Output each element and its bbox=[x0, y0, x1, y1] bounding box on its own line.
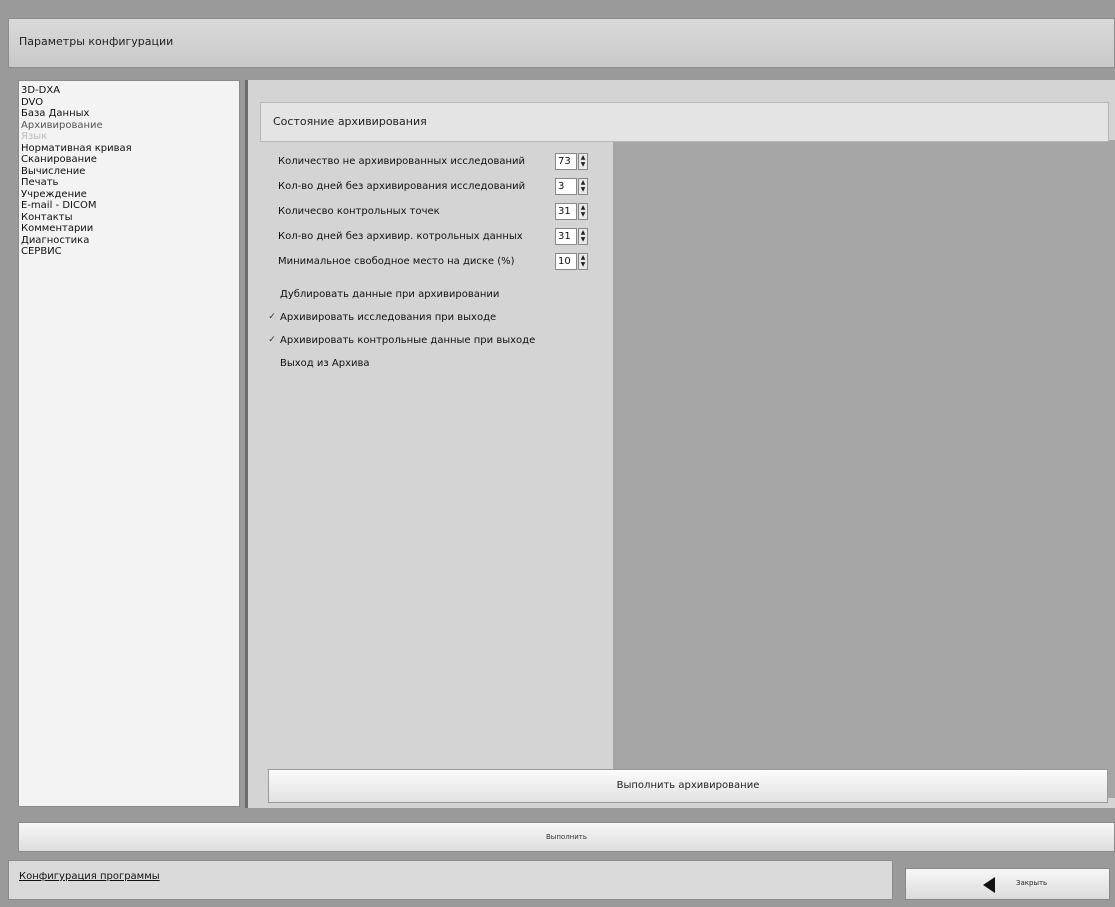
close-button-label: Закрыть bbox=[1016, 879, 1048, 887]
spin-arrows-icon[interactable]: ▲ ▼ bbox=[578, 228, 588, 245]
field-label: Количество не архивированных исследовани… bbox=[278, 156, 526, 167]
config-sidebar: 3D-DXA DVO База Данных Архивирование Язы… bbox=[18, 80, 240, 807]
spin-arrows-icon[interactable]: ▲ ▼ bbox=[578, 203, 588, 220]
preview-area bbox=[613, 140, 1115, 798]
field-label: Количесво контрольных точек bbox=[278, 206, 440, 217]
checkbox-duplicate-data[interactable]: Дублировать данные при архивировании bbox=[268, 287, 608, 303]
sidebar-item-calculation[interactable]: Вычисление bbox=[21, 166, 239, 178]
checkbox-label: Выход из Архива bbox=[280, 358, 370, 369]
sidebar-item-language[interactable]: Язык bbox=[21, 131, 239, 143]
window-title: Параметры конфигурации bbox=[19, 35, 174, 48]
sidebar-item-email-dicom[interactable]: E-mail - DICOM bbox=[21, 200, 239, 212]
field-row-unarchived-studies: Количество не архивированных исследовани… bbox=[278, 153, 608, 171]
close-button[interactable]: Закрыть bbox=[905, 868, 1110, 900]
sidebar-item-institution[interactable]: Учреждение bbox=[21, 189, 239, 201]
sidebar-item-database[interactable]: База Данных bbox=[21, 108, 239, 120]
sidebar-item-dvo[interactable]: DVO bbox=[21, 97, 239, 109]
sidebar-item-3d-dxa[interactable]: 3D-DXA bbox=[21, 85, 239, 97]
field-row-min-free-disk: Минимальное свободное место на диске (%)… bbox=[278, 253, 608, 271]
field-row-control-points: Количесво контрольных точек 31 ▲ ▼ bbox=[278, 203, 608, 221]
sidebar-item-contacts[interactable]: Контакты bbox=[21, 212, 239, 224]
min-free-disk-input[interactable]: 10 bbox=[555, 253, 577, 270]
days-without-control-archiving-input[interactable]: 31 bbox=[555, 228, 577, 245]
arrow-left-icon bbox=[983, 877, 995, 893]
panel-header: Состояние архивирования bbox=[260, 102, 1109, 142]
field-label: Минимальное свободное место на диске (%) bbox=[278, 256, 515, 267]
window-titlebar: Параметры конфигурации bbox=[8, 18, 1115, 68]
sidebar-item-normative-curve[interactable]: Нормативная кривая bbox=[21, 143, 239, 155]
checkbox-label: Архивировать исследования при выходе bbox=[280, 312, 497, 323]
spin-arrows-icon[interactable]: ▲ ▼ bbox=[578, 153, 588, 170]
checkbox-exit-archive[interactable]: Выход из Архива bbox=[268, 356, 608, 372]
archiving-panel: Состояние архивирования Количество не ар… bbox=[245, 80, 1115, 808]
field-label: Кол-во дней без архивирования исследован… bbox=[278, 181, 526, 192]
checkmark-icon[interactable]: ✓ bbox=[268, 313, 276, 322]
bottom-bar: Конфигурация программы bbox=[8, 860, 893, 900]
spin-arrows-icon[interactable]: ▲ ▼ bbox=[578, 178, 588, 195]
checkbox-archive-control-on-exit[interactable]: ✓ Архивировать контрольные данные при вы… bbox=[268, 333, 608, 349]
sidebar-item-diagnostics[interactable]: Диагностика bbox=[21, 235, 239, 247]
sidebar-item-scanning[interactable]: Сканирование bbox=[21, 154, 239, 166]
checkmark-icon[interactable]: ✓ bbox=[268, 336, 276, 345]
field-label: Кол-во дней без архивир. котрольных данн… bbox=[278, 231, 523, 242]
program-configuration-link[interactable]: Конфигурация программы bbox=[19, 871, 160, 882]
control-points-input[interactable]: 31 bbox=[555, 203, 577, 220]
checkbox-unchecked-icon[interactable] bbox=[268, 290, 276, 298]
unarchived-studies-input[interactable]: 73 bbox=[555, 153, 577, 170]
checkbox-unchecked-icon[interactable] bbox=[268, 359, 276, 367]
panel-header-title: Состояние архивирования bbox=[273, 115, 427, 128]
days-without-archiving-input[interactable]: 3 bbox=[555, 178, 577, 195]
spin-arrows-icon[interactable]: ▲ ▼ bbox=[578, 253, 588, 270]
sidebar-item-service[interactable]: СЕРВИС bbox=[21, 246, 239, 258]
sidebar-item-printing[interactable]: Печать bbox=[21, 177, 239, 189]
apply-button[interactable]: Выполнить bbox=[18, 822, 1115, 852]
field-row-days-without-archiving: Кол-во дней без архивирования исследован… bbox=[278, 178, 608, 196]
sidebar-item-archiving[interactable]: Архивирование bbox=[21, 120, 239, 132]
run-archiving-button[interactable]: Выполнить архивирование bbox=[268, 769, 1108, 803]
field-row-days-without-control-archiving: Кол-во дней без архивир. котрольных данн… bbox=[278, 228, 608, 246]
checkbox-archive-studies-on-exit[interactable]: ✓ Архивировать исследования при выходе bbox=[268, 310, 608, 326]
sidebar-item-comments[interactable]: Комментарии bbox=[21, 223, 239, 235]
checkbox-label: Архивировать контрольные данные при выхо… bbox=[280, 335, 536, 346]
checkbox-label: Дублировать данные при архивировании bbox=[280, 289, 500, 300]
